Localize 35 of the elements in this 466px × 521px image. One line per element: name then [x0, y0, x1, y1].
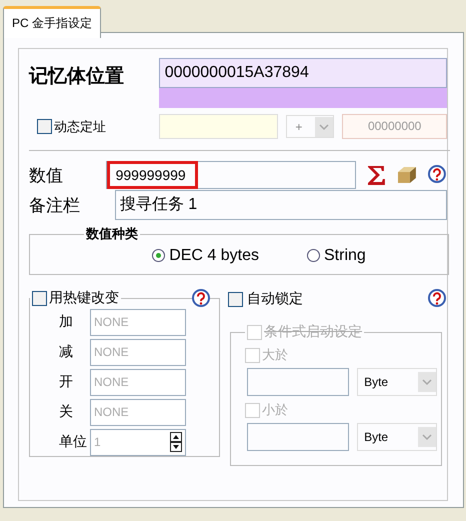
address-label: 记忆体位置: [29, 65, 125, 89]
condition-label: 条件式启动设定: [264, 323, 362, 341]
checkbox[interactable]: [228, 292, 244, 306]
checkbox[interactable]: [37, 119, 52, 134]
help-icon[interactable]: [427, 289, 447, 309]
hotkey-row-label: 减: [58, 343, 74, 361]
hotkey-row-label: 加: [58, 313, 74, 331]
offset-field[interactable]: 00000000: [342, 114, 448, 139]
address-field[interactable]: 0000000015A37894: [158, 58, 447, 88]
value-text: 999999999: [106, 161, 198, 189]
sigma-icon[interactable]: [365, 164, 388, 186]
base-field[interactable]: [158, 114, 278, 139]
box-icon[interactable]: [396, 165, 418, 185]
value-label: 数值: [29, 164, 64, 186]
condition-row-label: 小於: [262, 401, 288, 419]
hotkey-label: 用热键改变: [49, 289, 119, 307]
dynamic-address-label: 动态定址: [54, 118, 106, 136]
value-type-title: 数值种类: [84, 225, 139, 243]
note-label: 备注栏: [29, 194, 81, 216]
hotkey-row-label: 开: [58, 373, 74, 391]
radio-button[interactable]: [307, 249, 320, 262]
hotkey-row-label: 关: [58, 403, 74, 421]
radio-label: String: [324, 246, 366, 264]
note-field[interactable]: 搜寻任务 1: [114, 190, 447, 220]
value-field[interactable]: 999999999: [106, 161, 356, 189]
auto-lock-label: 自动锁定: [247, 290, 304, 308]
checkbox[interactable]: [32, 290, 47, 306]
radio-button[interactable]: [152, 249, 166, 262]
help-icon[interactable]: [191, 289, 212, 309]
operator-dropdown[interactable]: +: [286, 115, 334, 138]
hotkey-row-label: 单位: [58, 433, 88, 451]
radio-label: DEC 4 bytes: [169, 246, 259, 264]
tab[interactable]: PC 金手指设定: [3, 6, 102, 38]
condition-row-label: 大於: [262, 346, 288, 364]
help-icon[interactable]: [427, 165, 447, 185]
